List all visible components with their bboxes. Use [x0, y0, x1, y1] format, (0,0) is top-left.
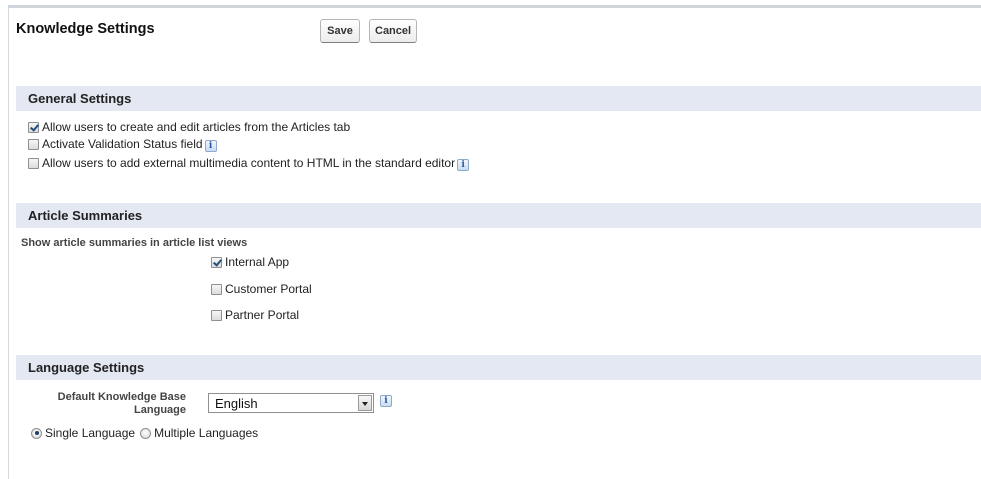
summaries-subtitle: Show article summaries in article list v…	[21, 237, 248, 249]
multiple-languages-label: Multiple Languages	[154, 426, 259, 440]
internal-app-label: Internal App	[225, 255, 290, 269]
summary-option-internal-app: Internal App	[211, 255, 289, 269]
info-icon[interactable]: i	[204, 140, 217, 152]
page-title: Knowledge Settings	[16, 21, 155, 37]
default-language-value: English	[215, 396, 258, 411]
general-option-articles-tab: Allow users to create and edit articles …	[28, 120, 350, 134]
article-summaries-header: Article Summaries	[16, 203, 981, 228]
info-icon[interactable]: i	[457, 159, 470, 171]
save-button[interactable]: Save	[320, 19, 360, 43]
single-language-label: Single Language	[45, 426, 136, 440]
single-language-radio[interactable]	[31, 427, 42, 439]
chevron-down-icon[interactable]	[358, 395, 372, 411]
partner-portal-label: Partner Portal	[225, 308, 300, 322]
summary-option-partner-portal: Partner Portal	[211, 308, 299, 322]
validation-status-checkbox[interactable]	[28, 138, 39, 150]
info-icon[interactable]: i	[380, 395, 392, 407]
default-language-select[interactable]: English	[208, 393, 374, 413]
partner-portal-checkbox[interactable]	[211, 309, 222, 321]
general-option-validation-status: Activate Validation Status field i	[28, 137, 217, 152]
internal-app-checkbox[interactable]	[211, 256, 222, 268]
general-option-multimedia: Allow users to add external multimedia c…	[28, 156, 470, 171]
multiple-languages-radio[interactable]	[140, 427, 152, 439]
general-settings-header: General Settings	[16, 86, 981, 111]
multimedia-label: Allow users to add external multimedia c…	[42, 156, 456, 170]
language-mode-radios: Single Language Multiple Languages	[31, 426, 258, 440]
cancel-button[interactable]: Cancel	[369, 19, 417, 43]
summary-option-customer-portal: Customer Portal	[211, 282, 312, 296]
articles-tab-checkbox[interactable]	[28, 121, 39, 133]
multimedia-checkbox[interactable]	[28, 157, 39, 169]
customer-portal-checkbox[interactable]	[211, 283, 222, 295]
validation-status-label: Activate Validation Status field	[42, 137, 203, 151]
customer-portal-label: Customer Portal	[225, 282, 312, 296]
language-settings-header: Language Settings	[16, 355, 981, 380]
articles-tab-label: Allow users to create and edit articles …	[42, 120, 351, 134]
default-language-label: Default Knowledge Base Language	[57, 391, 186, 416]
